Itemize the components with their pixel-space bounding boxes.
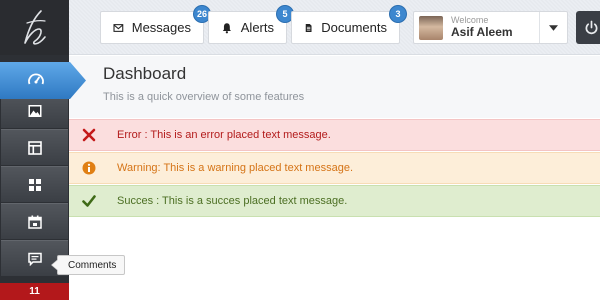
alerts-tab-label: Alerts [240,20,274,35]
success-message-text: Succes : This is a succes placed text me… [117,195,348,207]
alerts-tab[interactable]: Alerts 5 [208,5,294,44]
close-icon [82,128,96,142]
messages-tab-label: Messages [131,20,191,35]
checkmark-icon [82,195,96,207]
document-icon [305,23,312,32]
error-message: Error : This is an error placed text mes… [69,119,600,151]
sidebar-item-dashboard[interactable] [0,62,86,99]
image-icon [28,104,41,117]
user-name: Asif Aleem [451,24,513,39]
user-info: Welcome Asif Aleem [451,15,513,39]
avatar [419,15,443,40]
messages-tab[interactable]: Messages 26 [100,5,211,44]
logo[interactable] [0,0,69,55]
logout-button[interactable] [576,11,600,44]
grid-icon [28,178,41,191]
logo-icon [23,9,46,45]
page-subtitle: This is a quick overview of some feature… [103,91,305,103]
envelope-icon [113,23,124,32]
layout-icon [27,140,42,155]
sidebar-item-layout[interactable] [1,129,68,165]
active-item-arrow [0,62,86,99]
documents-count-badge: 3 [389,5,407,23]
user-dropdown-button[interactable] [539,12,567,43]
caret-down-icon [549,24,558,31]
comments-tooltip: Comments [50,255,126,275]
error-message-text: Error : This is an error placed text mes… [117,129,331,141]
warning-message: Warning: This is a warning placed text m… [69,152,600,184]
warning-message-text: Warning: This is a warning placed text m… [117,162,354,174]
documents-tab[interactable]: Documents 3 [291,5,407,44]
page-title: Dashboard [103,64,187,83]
comment-icon [27,252,42,266]
success-message: Succes : This is a succes placed text me… [69,185,600,217]
info-icon [82,161,96,175]
bell-icon [222,22,231,33]
power-icon [585,20,597,35]
sidebar-item-calendar[interactable] [1,203,68,239]
user-menu[interactable]: Welcome Asif Aleem [413,11,568,44]
calendar-icon [27,215,42,229]
sidebar-item-widgets[interactable] [1,166,68,202]
notification-count-badge: 11 [0,283,69,300]
documents-tab-label: Documents [321,20,387,35]
